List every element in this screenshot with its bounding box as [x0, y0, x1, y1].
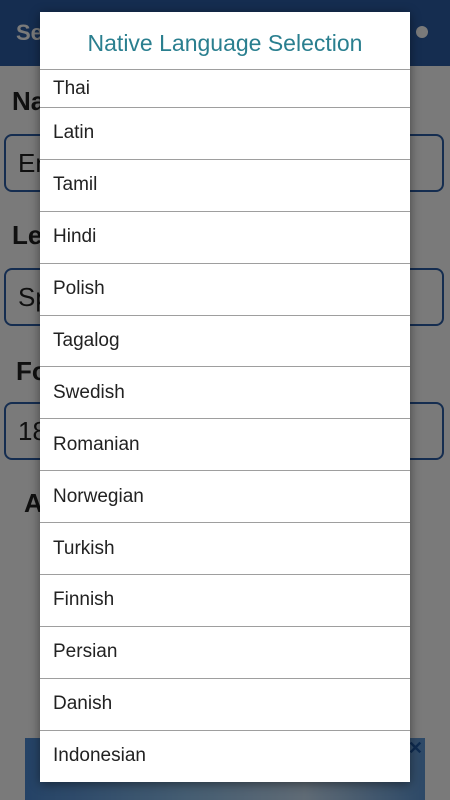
language-item-thai[interactable]: Thai: [40, 70, 410, 108]
language-item-tagalog[interactable]: Tagalog: [40, 316, 410, 368]
language-list[interactable]: Thai Latin Tamil Hindi Polish Tagalog Sw…: [40, 70, 410, 782]
language-item-norwegian[interactable]: Norwegian: [40, 471, 410, 524]
language-item-danish[interactable]: Danish: [40, 679, 410, 731]
language-item-finnish[interactable]: Finnish: [40, 575, 410, 627]
language-item-tamil[interactable]: Tamil: [40, 160, 410, 212]
language-item-persian[interactable]: Persian: [40, 627, 410, 679]
dialog-title: Native Language Selection: [40, 12, 410, 70]
language-item-polish[interactable]: Polish: [40, 264, 410, 316]
language-item-swedish[interactable]: Swedish: [40, 367, 410, 420]
language-item-hindi[interactable]: Hindi: [40, 212, 410, 264]
language-item-latin[interactable]: Latin: [40, 108, 410, 160]
language-item-romanian[interactable]: Romanian: [40, 419, 410, 472]
language-selection-dialog: Native Language Selection Thai Latin Tam…: [40, 12, 410, 782]
language-item-indonesian[interactable]: Indonesian: [40, 731, 410, 782]
language-item-turkish[interactable]: Turkish: [40, 523, 410, 576]
